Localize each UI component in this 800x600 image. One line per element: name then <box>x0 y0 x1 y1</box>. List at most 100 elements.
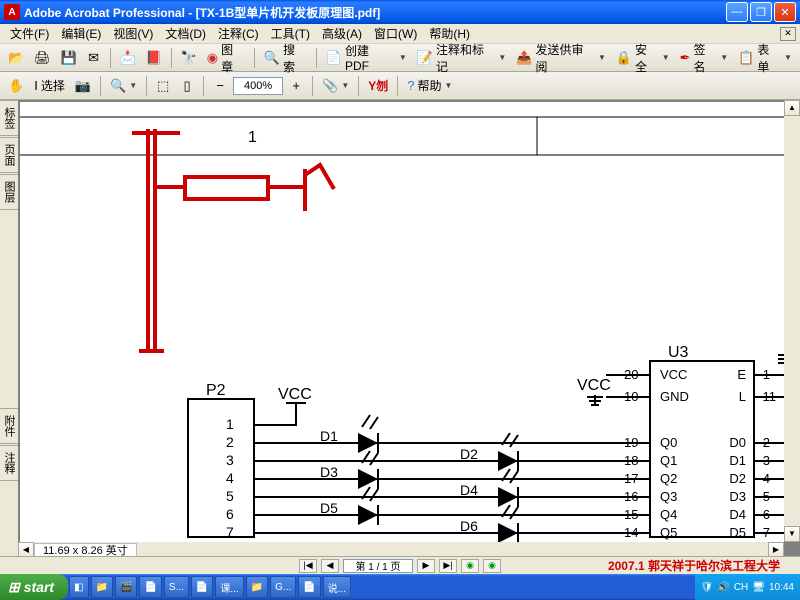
prev-page-button[interactable]: ◀ <box>321 559 339 573</box>
taskbar-item[interactable]: 📄 <box>139 576 161 598</box>
hand-icon: ✋ <box>8 78 24 94</box>
search-button[interactable]: 🔍搜索 <box>260 47 311 69</box>
forward-button[interactable]: ◉ <box>483 559 501 573</box>
menu-doc[interactable]: 文档(D) <box>159 23 212 44</box>
chevron-down-icon: ▼ <box>129 81 137 90</box>
svg-text:Q0: Q0 <box>660 435 677 450</box>
attach-button[interactable]: 📎▼ <box>318 75 353 97</box>
zoom-icon: 🔍 <box>110 78 126 94</box>
tray-icon[interactable]: 🛡 <box>701 582 714 593</box>
tray-icon[interactable]: 🔊 <box>717 582 729 593</box>
stamp-button[interactable]: ◉图章 <box>203 47 249 69</box>
search-label: 搜索 <box>283 41 307 75</box>
footer-credit: 2007.1 郭天祥于哈尔滨工程大学 <box>608 557 780 574</box>
create-pdf-button[interactable]: 📄创建 PDF▼ <box>322 47 411 69</box>
help-label: 帮助 <box>417 77 441 94</box>
tray-lang[interactable]: CH <box>734 582 748 593</box>
help-button[interactable]: ?帮助▼ <box>403 75 456 97</box>
snapshot-tool[interactable]: 📷 <box>71 75 95 97</box>
menu-file[interactable]: 文件(F) <box>4 23 55 44</box>
svg-text:D5: D5 <box>320 500 338 516</box>
scroll-down-button[interactable]: ▼ <box>784 526 800 542</box>
vertical-scrollbar[interactable]: ▲ ▼ <box>784 100 800 542</box>
binoculars-button[interactable]: 🔭 <box>177 47 201 69</box>
print-button[interactable]: 🖨 <box>30 47 54 69</box>
scroll-up-button[interactable]: ▲ <box>784 100 800 116</box>
zoom-tool[interactable]: 🔍▼ <box>106 75 141 97</box>
taskbar-item[interactable]: ◧ <box>69 576 88 598</box>
taskbar-item[interactable]: 课... <box>215 576 243 598</box>
svg-text:L: L <box>739 389 746 404</box>
first-page-button[interactable]: |◀ <box>299 559 317 573</box>
menu-window[interactable]: 窗口(W) <box>368 23 423 44</box>
chevron-down-icon: ▼ <box>784 53 792 62</box>
next-page-button[interactable]: ▶ <box>417 559 435 573</box>
save-button[interactable]: 💾 <box>56 47 80 69</box>
menu-edit[interactable]: 编辑(E) <box>55 23 107 44</box>
side-tab-layers[interactable]: 图层 <box>0 174 19 210</box>
minimize-button[interactable]: — <box>726 2 748 22</box>
separator <box>397 76 398 96</box>
u3-left: 20VCC 10GND 19Q0 18Q1 17Q2 16Q3 15Q4 14Q… <box>624 367 689 540</box>
zoom-out[interactable]: − <box>209 75 231 97</box>
header-num: 1 <box>248 129 257 146</box>
pen-icon: ✒ <box>680 50 691 66</box>
vcc-right-label: VCC <box>577 377 611 394</box>
page-size-label: 11.69 x 8.26 英寸 <box>34 543 137 557</box>
taskbar-item[interactable]: 🎬 <box>115 576 137 598</box>
side-tab-comments[interactable]: 注释 <box>0 445 19 481</box>
chevron-down-icon: ▼ <box>598 53 606 62</box>
marquee-icon: ⬚ <box>157 78 169 94</box>
window-titlebar: Adobe Acrobat Professional - [TX-1B型单片机开… <box>0 0 800 24</box>
taskbar-item[interactable]: 📄 <box>298 576 320 598</box>
zoom-in[interactable]: + <box>285 75 307 97</box>
organizer-button[interactable]: 📕 <box>142 47 166 69</box>
side-tab-bookmarks[interactable]: 标签 <box>0 100 19 136</box>
zoom-input[interactable] <box>233 77 283 95</box>
taskbar-item[interactable]: 📁 <box>246 576 268 598</box>
side-tab-attach[interactable]: 附件 <box>0 408 19 444</box>
yahoo-button[interactable]: Y刎 <box>364 75 392 97</box>
annotate-button[interactable]: 📝注释和标记▼ <box>413 47 511 69</box>
form-button[interactable]: 📋表单▼ <box>734 47 796 69</box>
menu-view[interactable]: 视图(V) <box>107 23 159 44</box>
start-button[interactable]: ⊞ start <box>0 574 68 600</box>
send-review-button[interactable]: 📤发送供审阅▼ <box>512 47 610 69</box>
envelope-button[interactable]: 📩 <box>116 47 140 69</box>
taskbar-item[interactable]: S... <box>164 576 189 598</box>
taskbar-item[interactable]: 📄 <box>191 576 213 598</box>
page-input[interactable] <box>343 559 413 573</box>
svg-text:D6: D6 <box>460 518 478 534</box>
taskbar-item[interactable]: 📁 <box>91 576 113 598</box>
svg-text:5: 5 <box>226 488 234 504</box>
svg-text:D2: D2 <box>729 471 746 486</box>
open-button[interactable]: 📂 <box>4 47 28 69</box>
send-review-label: 发送供审阅 <box>536 41 595 75</box>
secure-button[interactable]: 🔒安全▼ <box>612 47 674 69</box>
menu-advanced[interactable]: 高级(A) <box>316 23 368 44</box>
svg-text:Q3: Q3 <box>660 489 677 504</box>
toolbar-secondary: ✋ I选择 📷 🔍▼ ⬚ ▯ − + 📎▼ Y刎 ?帮助▼ <box>0 72 800 100</box>
marquee-zoom[interactable]: ⬚ <box>152 75 174 97</box>
tray-icon[interactable]: 🖥 <box>752 582 765 593</box>
sign-button[interactable]: ✒签名▼ <box>676 47 733 69</box>
select-tool[interactable]: I选择 <box>30 75 69 97</box>
back-button[interactable]: ◉ <box>461 559 479 573</box>
fit-page[interactable]: ▯ <box>176 75 198 97</box>
svg-text:E: E <box>737 367 746 382</box>
side-tab-pages[interactable]: 页面 <box>0 137 19 173</box>
document-view[interactable]: 1 P2 123 4567 VCC <box>20 102 784 542</box>
doc-close-button[interactable]: ✕ <box>780 27 796 41</box>
taskbar-item[interactable]: G... <box>270 576 296 598</box>
hand-tool[interactable]: ✋ <box>4 75 28 97</box>
separator <box>146 76 147 96</box>
folder-icon: 📂 <box>8 50 24 66</box>
system-tray[interactable]: 🛡 🔊 CH 🖥 10:44 <box>695 574 800 600</box>
svg-text:D1: D1 <box>320 428 338 444</box>
email-button[interactable]: ✉ <box>83 47 105 69</box>
close-button[interactable]: ✕ <box>774 2 796 22</box>
last-page-button[interactable]: ▶| <box>439 559 457 573</box>
taskbar-item[interactable]: 说... <box>323 576 351 598</box>
maximize-button[interactable]: ❐ <box>750 2 772 22</box>
annotate-label: 注释和标记 <box>436 41 495 75</box>
